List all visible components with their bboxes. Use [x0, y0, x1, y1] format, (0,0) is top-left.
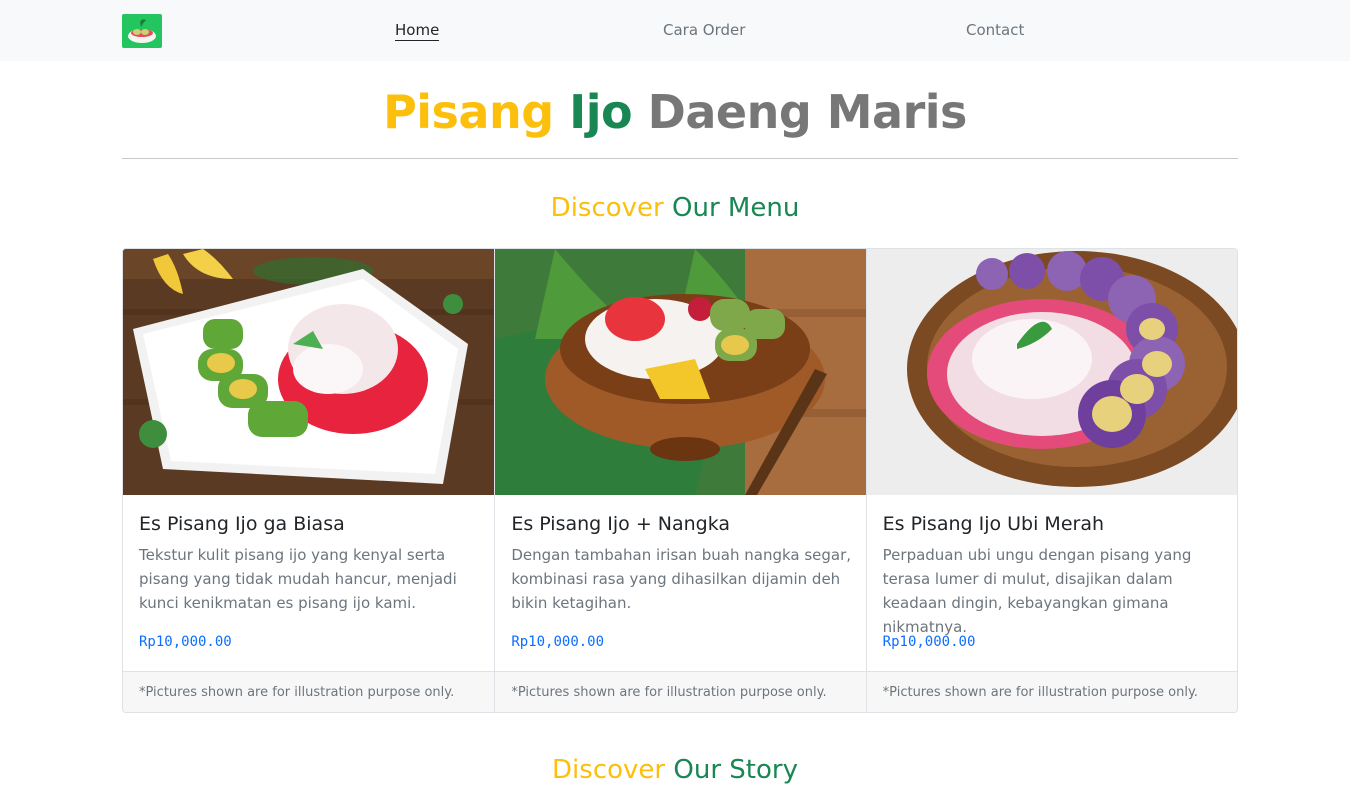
menu-card: Es Pisang Ijo Ubi Merah Perpaduan ubi un…	[865, 249, 1237, 712]
menu-card: Es Pisang Ijo + Nangka Dengan tambahan i…	[494, 249, 866, 712]
title-divider	[122, 158, 1238, 159]
food-photo-purple	[866, 249, 1237, 495]
nav-contact-link[interactable]: Contact	[966, 21, 1024, 39]
story-title-discover: Discover	[552, 755, 666, 785]
card-description: Perpaduan ubi ungu dengan pisang yang te…	[882, 546, 1192, 636]
story-section-title: Discover Our Story	[0, 755, 1350, 785]
food-photo-bowl	[495, 249, 866, 495]
title-word-pisang: Pisang	[383, 85, 554, 139]
menu-card-group: Es Pisang Ijo ga Biasa Tekstur kulit pis…	[122, 248, 1238, 713]
es-pisang-ijo-ubi-merah-plate-photo	[866, 249, 1237, 495]
title-word-daeng-maris: Daeng Maris	[647, 85, 968, 139]
card-title: Es Pisang Ijo ga Biasa	[139, 513, 345, 535]
page-title: Pisang Ijo Daeng Maris	[0, 85, 1350, 139]
pisang-ijo-bowl-icon	[128, 19, 156, 43]
nav-home-link[interactable]: Home	[395, 21, 440, 41]
card-price: Rp10,000.00	[139, 634, 232, 650]
menu-title-our-menu: Our Menu	[672, 193, 800, 223]
card-footer-note: *Pictures shown are for illustration pur…	[123, 671, 495, 712]
navbar: Home Cara Order Contact	[0, 0, 1350, 61]
menu-title-discover: Discover	[550, 193, 664, 223]
card-title: Es Pisang Ijo Ubi Merah	[882, 513, 1105, 535]
food-photo-plate	[123, 249, 495, 495]
menu-section-title: Discover Our Menu	[0, 193, 1350, 223]
es-pisang-ijo-plate-photo	[123, 249, 495, 495]
card-price: Rp10,000.00	[511, 634, 605, 650]
card-description: Dengan tambahan irisan buah nangka segar…	[511, 546, 852, 612]
card-title: Es Pisang Ijo + Nangka	[511, 513, 731, 535]
story-title-our-story: Our Story	[673, 755, 798, 785]
nav-cara-order-link[interactable]: Cara Order	[663, 21, 745, 39]
menu-card: Es Pisang Ijo ga Biasa Tekstur kulit pis…	[123, 249, 495, 712]
card-footer-note: *Pictures shown are for illustration pur…	[495, 671, 866, 712]
card-description: Tekstur kulit pisang ijo yang kenyal ser…	[139, 546, 457, 612]
brand-logo[interactable]	[122, 14, 162, 48]
card-price: Rp10,000.00	[882, 634, 976, 650]
card-footer-note: *Pictures shown are for illustration pur…	[866, 671, 1237, 712]
title-word-ijo: Ijo	[569, 85, 633, 139]
es-pisang-ijo-nangka-bowl-photo	[495, 249, 866, 495]
